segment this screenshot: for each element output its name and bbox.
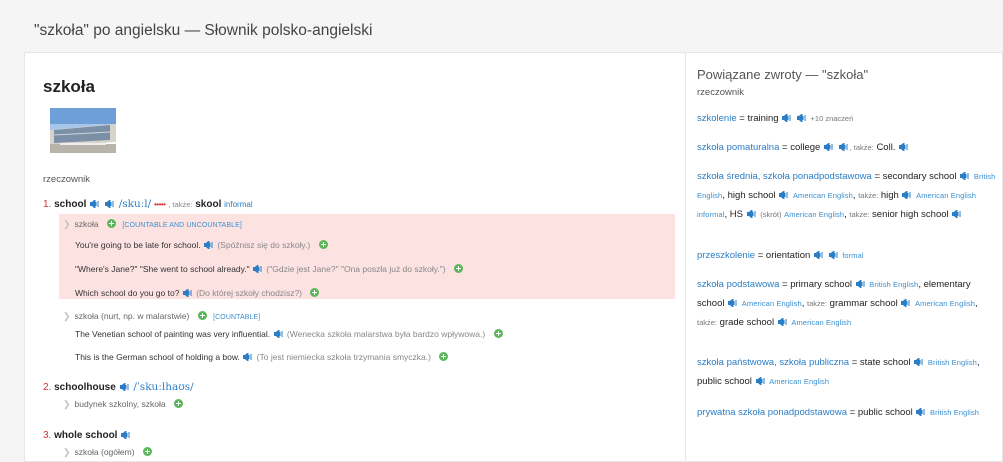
related-item: szkolenie = training +10 znaczeń [697, 113, 854, 124]
speaker-icon[interactable] [914, 358, 924, 366]
speaker-icon[interactable] [796, 114, 807, 122]
speaker-icon[interactable] [828, 251, 839, 259]
add-icon[interactable] [197, 311, 207, 320]
example-translation: ("Gdzie jest Jane?" "Ona poszła już do s… [266, 264, 446, 274]
sense-2-header: 2. schoolhouse /ˈskuːlhaʊs/ [43, 381, 194, 393]
add-icon[interactable] [318, 240, 328, 249]
related-phrases-panel: Powiązane zwroty — "szkoła" rzeczownik s… [686, 52, 1003, 462]
speaker-icon[interactable] [902, 191, 912, 199]
sense-word[interactable]: school [54, 199, 86, 210]
example-sentence: You're going to be late for school. (Spó… [75, 240, 328, 250]
speaker-icon[interactable] [952, 210, 962, 218]
part-of-speech: rzeczownik [43, 174, 90, 185]
example-translation: (To jest niemiecka szkoła trzymania smyc… [256, 352, 431, 362]
add-icon[interactable] [453, 264, 463, 273]
chevron-right-icon[interactable]: ❯ [63, 311, 71, 321]
phrase-link[interactable]: szkoła podstawowa [697, 279, 779, 290]
speaker-icon[interactable] [779, 191, 789, 199]
speaker-icon[interactable] [899, 143, 909, 151]
pronunciation: /skuːl/ [118, 198, 152, 210]
speaker-icon[interactable] [901, 299, 911, 307]
add-icon[interactable] [439, 352, 449, 361]
page-title: "szkoła" po angielsku — Słownik polsko-a… [34, 22, 373, 39]
phrase-link[interactable]: szkolenie [697, 113, 737, 124]
headword: szkoła [43, 77, 95, 96]
chevron-right-icon[interactable]: ❯ [63, 447, 71, 457]
speaker-icon[interactable] [273, 330, 284, 338]
related-item: szkoła podstawowa = primary school Briti… [697, 279, 978, 328]
speaker-icon[interactable] [182, 289, 193, 297]
example-sentence: The Venetian school of painting was very… [75, 329, 503, 339]
speaker-icon[interactable] [121, 431, 131, 439]
speaker-icon[interactable] [813, 251, 824, 259]
speaker-icon[interactable] [838, 143, 849, 151]
sense-number: 2. [43, 382, 52, 393]
chevron-right-icon[interactable]: ❯ [63, 219, 71, 229]
speaker-icon[interactable] [916, 408, 926, 416]
related-item: szkoła średnia, szkoła ponadpodstawowa =… [697, 171, 996, 220]
speaker-icon[interactable] [746, 210, 757, 218]
phrase-link[interactable]: szkoła państwowa, szkoła publiczna [697, 357, 849, 368]
phrase-link[interactable]: szkoła średnia, szkoła ponadpodstawowa [697, 171, 872, 182]
chevron-right-icon[interactable]: ❯ [63, 399, 71, 409]
more-meanings[interactable]: +10 znaczeń [811, 114, 854, 123]
related-item: szkoła pomaturalna = college , także: Co… [697, 138, 997, 157]
example-sentence: This is the German school of holding a b… [75, 352, 449, 362]
alt-word[interactable]: skool [195, 199, 221, 210]
add-icon[interactable] [310, 288, 320, 297]
add-icon[interactable] [142, 447, 152, 456]
sense-1-header: 1. school /skuːl/ ••••• , także: skool i… [43, 198, 253, 210]
sense-gloss: ❯ budynek szkolny, szkoła [63, 399, 183, 410]
phrase-link[interactable]: przeszkolenie [697, 250, 755, 261]
phrase-link[interactable]: prywatna szkoła ponadpodstawowa [697, 407, 847, 418]
speaker-icon[interactable] [728, 299, 738, 307]
example-sentence: Which school do you go to? (Do której sz… [75, 288, 320, 298]
example-translation: (Wenecka szkoła malarstwa była bardzo wp… [286, 329, 486, 339]
related-item: szkoła państwowa, szkoła publiczna = sta… [697, 357, 980, 387]
add-icon[interactable] [493, 329, 503, 338]
speaker-icon[interactable] [90, 200, 100, 208]
speaker-icon[interactable] [777, 318, 788, 326]
add-icon[interactable] [107, 219, 117, 228]
sense-gloss: ❯ szkoła [COUNTABLE AND UNCOUNTABLE] [63, 219, 242, 229]
speaker-icon[interactable] [253, 265, 263, 273]
pronunciation: /ˈskuːlhaʊs/ [133, 381, 194, 393]
sense-number: 1. [43, 199, 52, 210]
related-title: Powiązane zwroty — "szkoła" [697, 67, 869, 82]
sense-3-header: 3. whole school [43, 430, 132, 441]
sense-word[interactable]: whole school [54, 430, 117, 441]
related-part-of-speech: rzeczownik [697, 87, 744, 98]
speaker-icon[interactable] [960, 172, 970, 180]
sense-number: 3. [43, 430, 52, 441]
sense-gloss: ❯ szkoła (nurt, np. w malarstwie) [COUNTA… [63, 311, 261, 321]
frequency-rating: ••••• [153, 200, 166, 209]
speaker-icon[interactable] [755, 377, 766, 385]
grammar-tag: [COUNTABLE] [213, 314, 261, 321]
entry-card: szkoła rzeczownik 1. school /skuːl/ ••••… [24, 52, 686, 462]
entry-image[interactable] [50, 108, 116, 153]
phrase-link[interactable]: szkoła pomaturalna [697, 142, 779, 153]
register-tag: formal [842, 251, 864, 260]
example-translation: (Do której szkoły chodzisz?) [196, 288, 302, 298]
add-icon[interactable] [173, 399, 183, 408]
related-item: prywatna szkoła ponadpodstawowa = public… [697, 407, 980, 418]
speaker-icon[interactable] [119, 383, 130, 391]
speaker-icon[interactable] [782, 114, 792, 122]
example-translation: (Spóźnisz się do szkoły.) [217, 240, 311, 250]
speaker-icon[interactable] [855, 280, 866, 288]
sense-word[interactable]: schoolhouse [54, 382, 116, 393]
also-label: , także: [168, 200, 193, 209]
related-item: przeszkolenie = orientation formal [697, 250, 864, 261]
speaker-icon[interactable] [823, 143, 834, 151]
grammar-tag: [COUNTABLE AND UNCOUNTABLE] [122, 222, 242, 229]
speaker-icon[interactable] [243, 353, 253, 361]
speaker-icon[interactable] [203, 241, 214, 249]
speaker-icon[interactable] [104, 200, 115, 208]
example-sentence: "Where's Jane?" "She went to school alre… [75, 264, 463, 274]
register-tag: informal [224, 200, 253, 209]
